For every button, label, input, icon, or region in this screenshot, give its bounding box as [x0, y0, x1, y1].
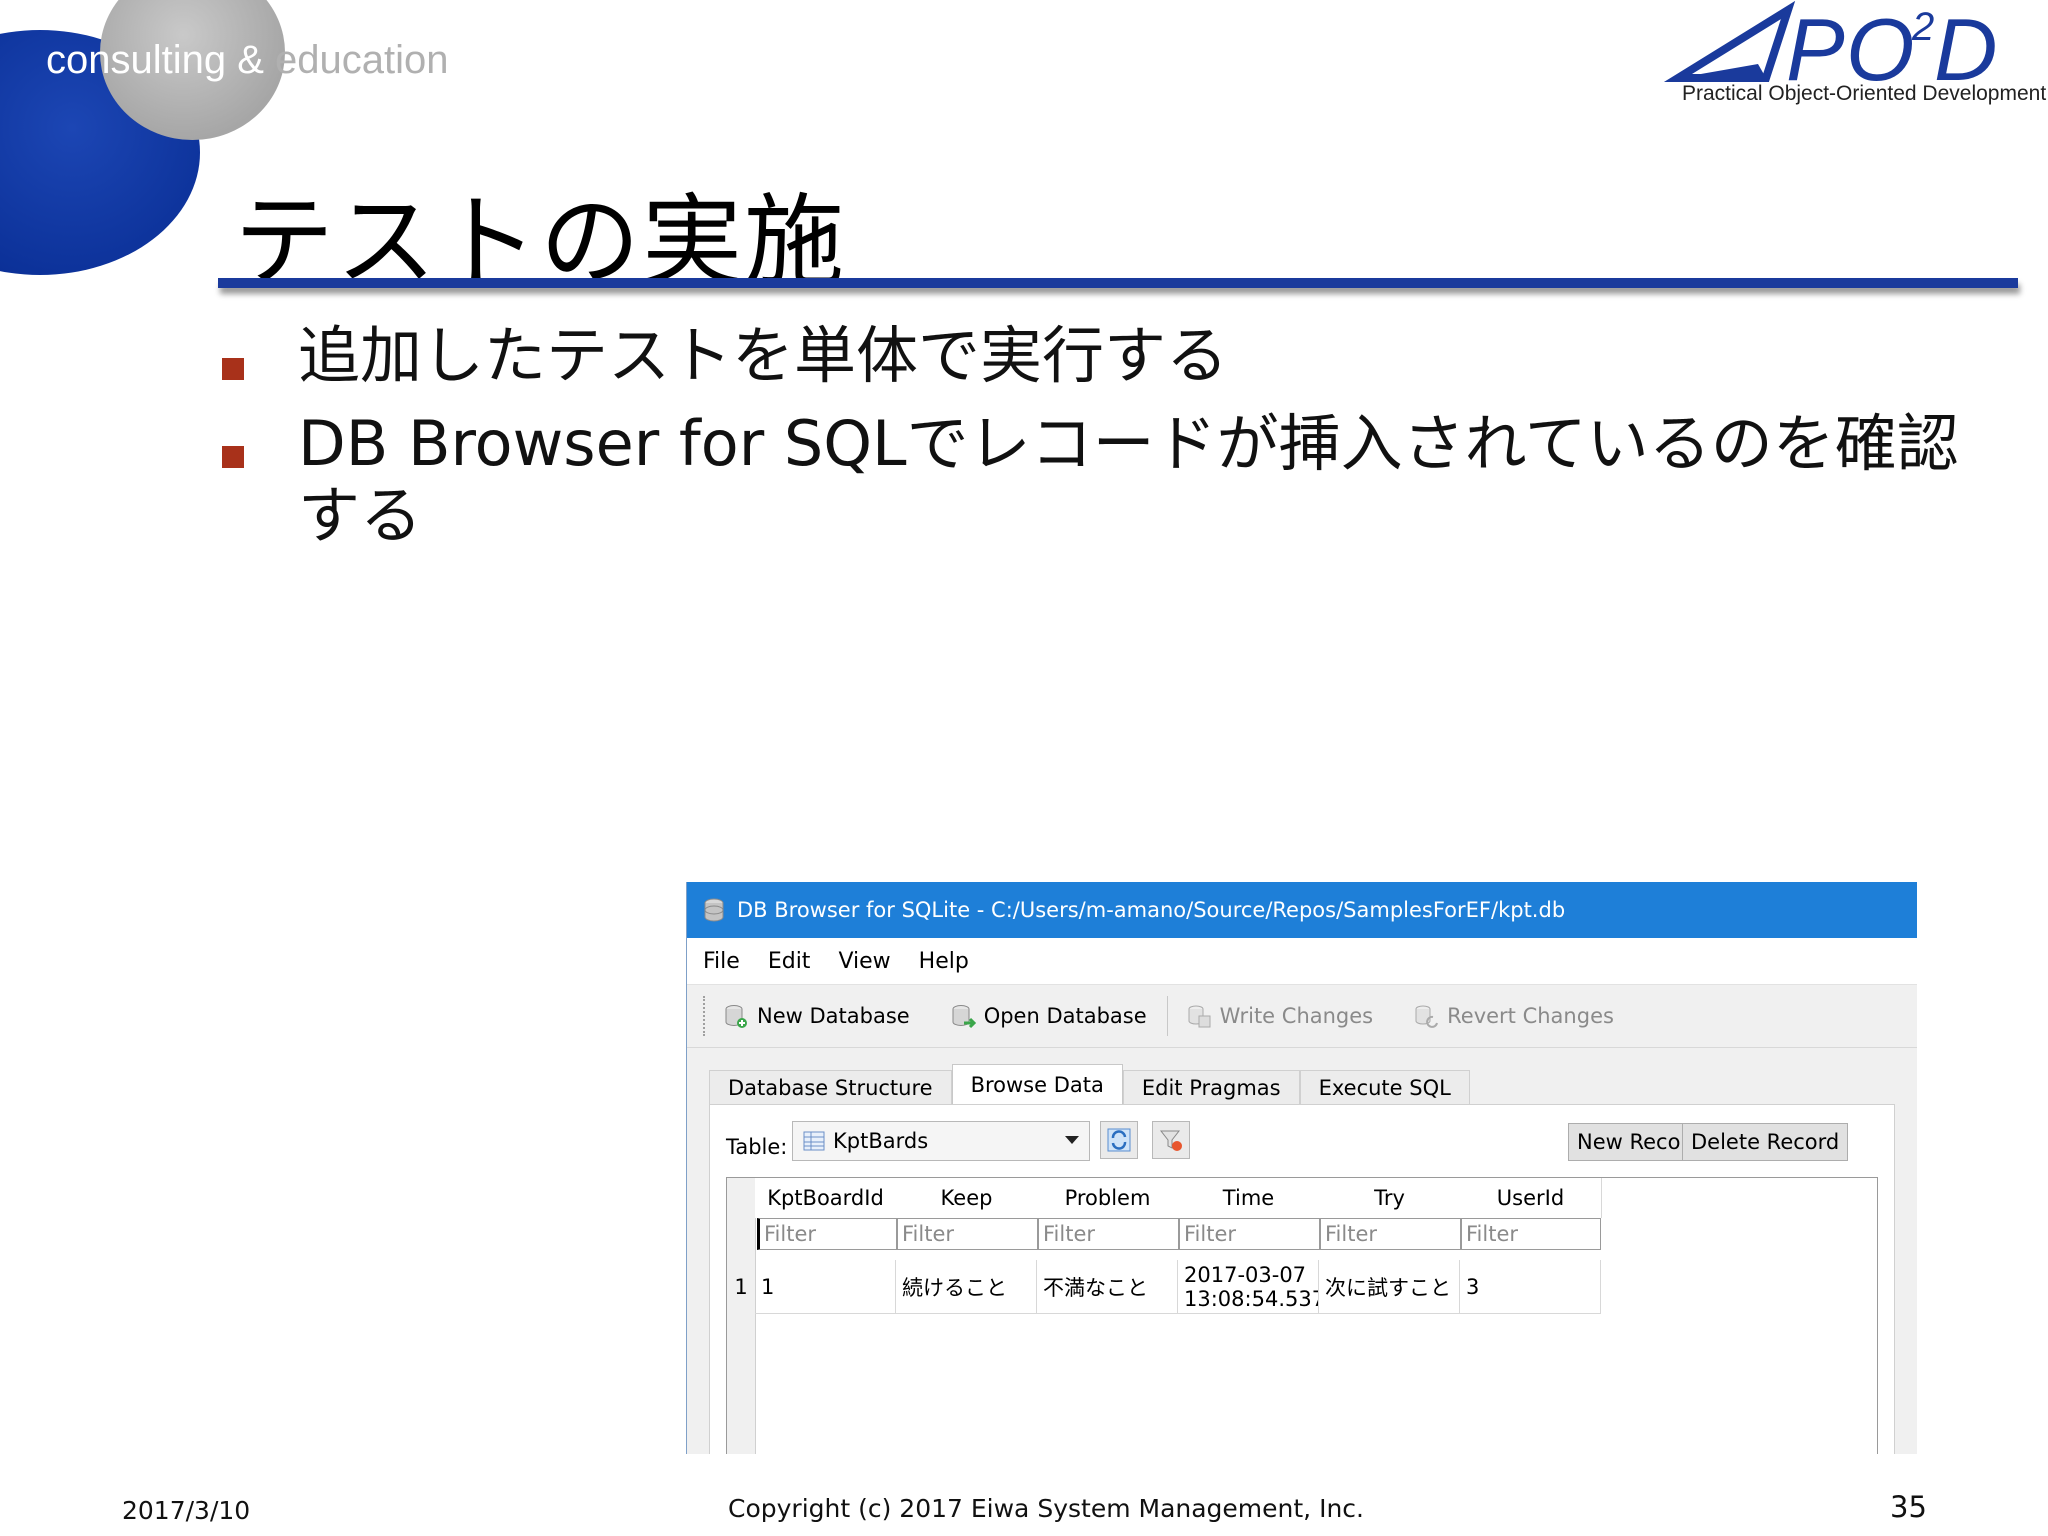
new-database-label: New Database	[757, 1004, 910, 1028]
filter-input[interactable]: Filter	[1461, 1218, 1601, 1250]
column-header[interactable]: UserId	[1460, 1178, 1602, 1218]
menubar: File Edit View Help	[687, 938, 1917, 984]
table-cell[interactable]: 不満なこと	[1037, 1260, 1178, 1314]
brand-tagline-part1: consulting &	[46, 38, 264, 82]
filter-input[interactable]: Filter	[1320, 1218, 1461, 1250]
tab-edit-pragmas[interactable]: Edit Pragmas	[1122, 1070, 1300, 1105]
svg-text:2: 2	[1911, 5, 1934, 49]
delete-record-button[interactable]: Delete Record	[1682, 1123, 1849, 1161]
toolbar-separator	[1166, 996, 1168, 1036]
menu-edit[interactable]: Edit	[768, 949, 811, 974]
bullet-text: 追加したテストを単体で実行する	[298, 319, 1229, 392]
menu-help[interactable]: Help	[919, 949, 969, 974]
database-icon	[704, 898, 724, 922]
new-database-button[interactable]: New Database	[723, 1003, 910, 1029]
footer-copyright: Copyright (c) 2017 Eiwa System Managemen…	[728, 1494, 1364, 1523]
refresh-icon	[1107, 1128, 1131, 1152]
tab-database-structure[interactable]: Database Structure	[709, 1070, 952, 1105]
svg-text:D: D	[1934, 0, 1998, 90]
svg-text:P: P	[1786, 0, 1845, 90]
filter-input[interactable]: Filter	[757, 1218, 897, 1250]
chevron-down-icon	[1065, 1136, 1079, 1144]
menu-file[interactable]: File	[703, 949, 740, 974]
table-select[interactable]: KptBards	[792, 1121, 1090, 1161]
slide: consulting & education P O 2 D Practical…	[0, 0, 2048, 1536]
revert-changes-button[interactable]: Revert Changes	[1413, 1003, 1614, 1029]
svg-text:O: O	[1846, 0, 1914, 90]
brand-tagline: consulting & education	[46, 38, 449, 83]
table-icon	[803, 1131, 825, 1151]
tab-browse-data[interactable]: Browse Data	[951, 1064, 1123, 1105]
table-cell[interactable]: 続けること	[896, 1260, 1037, 1314]
window-title: DB Browser for SQLite - C:/Users/m-amano…	[737, 898, 1566, 922]
clear-filters-button[interactable]	[1152, 1121, 1190, 1159]
new-database-icon	[725, 1005, 747, 1028]
column-header[interactable]: Try	[1319, 1178, 1461, 1218]
window-titlebar: DB Browser for SQLite - C:/Users/m-amano…	[687, 882, 1917, 938]
footer-date: 2017/3/10	[122, 1496, 251, 1525]
square-bullet-icon	[222, 358, 244, 380]
row-number[interactable]: 1	[727, 1260, 755, 1314]
column-header[interactable]: KptBoardId	[755, 1178, 897, 1218]
logo-subtitle: Practical Object-Oriented Development	[1682, 82, 2047, 105]
table-select-value: KptBards	[833, 1129, 929, 1153]
apo2d-logo: P O 2 D Practical Object-Oriented Develo…	[1658, 0, 2046, 110]
clear-filter-icon	[1159, 1130, 1182, 1151]
column-header[interactable]: Time	[1178, 1178, 1320, 1218]
db-browser-window: DB Browser for SQLite - C:/Users/m-amano…	[686, 882, 1917, 1454]
time-clock: 13:08:54.5374…	[1184, 1286, 1318, 1311]
refresh-button[interactable]	[1100, 1121, 1138, 1159]
bullet-list: 追加したテストを単体で実行する DB Browser for SQLでレコードが…	[220, 320, 1980, 568]
apo2d-logo-mark: P O 2 D	[1663, 0, 1998, 90]
table-cell-time[interactable]: 2017-03-07 13:08:54.5374…	[1178, 1260, 1319, 1314]
column-header[interactable]: Keep	[896, 1178, 1038, 1218]
filter-input[interactable]: Filter	[897, 1218, 1038, 1250]
row-header-column	[727, 1178, 756, 1454]
page-number: 35	[1890, 1490, 1927, 1524]
table-cell[interactable]: 1	[755, 1260, 896, 1314]
tab-execute-sql[interactable]: Execute SQL	[1299, 1070, 1470, 1105]
menu-view[interactable]: View	[838, 949, 890, 974]
table-cell[interactable]: 3	[1460, 1260, 1601, 1314]
write-changes-label: Write Changes	[1219, 1004, 1374, 1028]
work-area: Database Structure Browse Data Edit Prag…	[687, 1048, 1917, 1454]
data-grid: KptBoardId Keep Problem Time Try UserId …	[726, 1177, 1878, 1454]
table-label: Table:	[726, 1135, 788, 1159]
bullet-text: DB Browser for SQLでレコードが挿入されているのを確認する	[298, 407, 1959, 552]
brand-tagline-part2: education	[263, 38, 449, 82]
write-changes-button[interactable]: Write Changes	[1186, 1003, 1373, 1029]
open-database-button[interactable]: Open Database	[950, 1003, 1147, 1029]
bullet-item: 追加したテストを単体で実行する	[220, 320, 1980, 392]
revert-changes-icon	[1415, 1005, 1439, 1028]
write-changes-icon	[1188, 1005, 1211, 1028]
tab-bar: Database Structure Browse Data Edit Prag…	[709, 1064, 1470, 1105]
browse-data-panel: Table: KptBards New Record Delete Record…	[709, 1104, 1895, 1454]
table-cell[interactable]: 次に試すこと	[1319, 1260, 1460, 1314]
column-header[interactable]: Problem	[1037, 1178, 1179, 1218]
open-database-icon	[952, 1005, 976, 1029]
revert-changes-label: Revert Changes	[1447, 1004, 1614, 1028]
bullet-item: DB Browser for SQLでレコードが挿入されているのを確認する	[220, 408, 1980, 552]
toolbar-grip[interactable]	[703, 996, 709, 1036]
open-database-label: Open Database	[983, 1004, 1147, 1028]
filter-input[interactable]: Filter	[1179, 1218, 1320, 1250]
filter-input[interactable]: Filter	[1038, 1218, 1179, 1250]
time-date: 2017-03-07	[1184, 1262, 1307, 1287]
main-toolbar: New Database Open Database Write Changes	[687, 984, 1917, 1048]
square-bullet-icon	[222, 446, 244, 468]
title-underline	[218, 278, 2018, 288]
